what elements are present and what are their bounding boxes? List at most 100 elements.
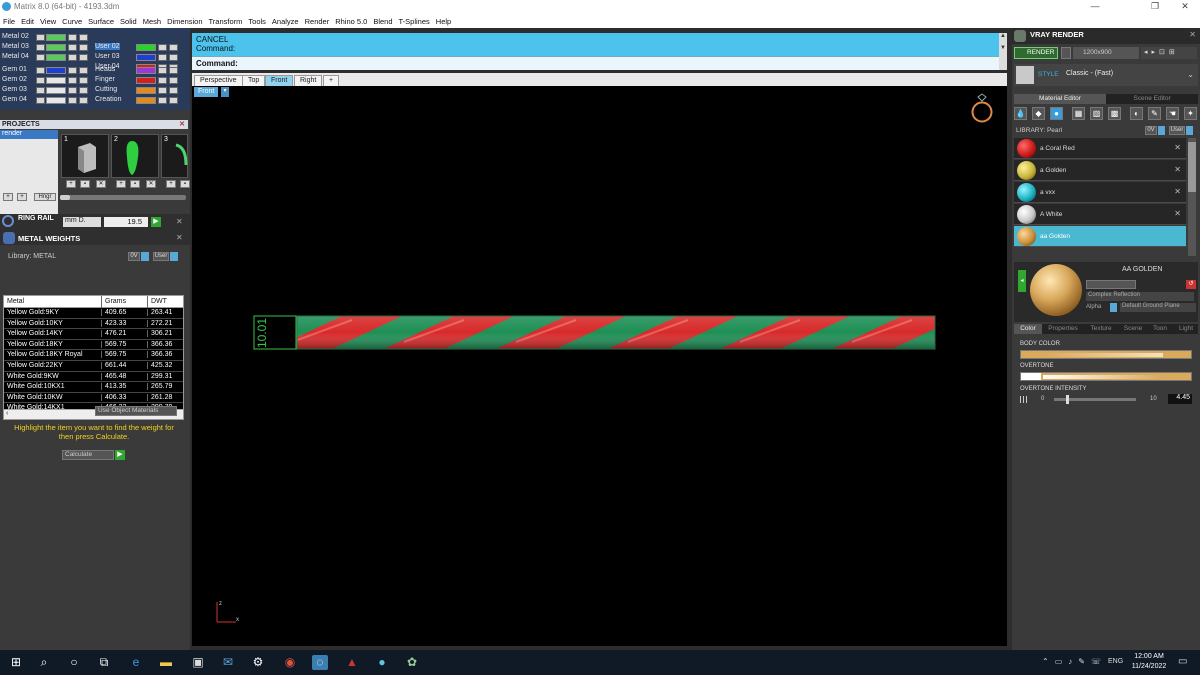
layer-menu[interactable]: [79, 54, 88, 61]
matrix-app-icon[interactable]: ◌: [312, 655, 328, 670]
intensity-value[interactable]: 4.45: [1168, 394, 1192, 404]
project-item[interactable]: render: [0, 130, 58, 139]
table-row[interactable]: Yellow Gold:18KY Royal 569.75 366.36: [4, 350, 183, 361]
column-header-dwt[interactable]: DWT: [147, 296, 183, 308]
column-header-metal[interactable]: Metal: [7, 298, 24, 305]
grid-icon[interactable]: ▩: [1108, 107, 1121, 120]
alpha-toggle[interactable]: [1110, 303, 1117, 312]
menu-blend[interactable]: Blend: [370, 14, 395, 26]
minimize-button[interactable]: —: [1080, 0, 1110, 14]
tray-icons[interactable]: ⌃▭♪✎☏: [1042, 657, 1107, 666]
tab-color[interactable]: Color: [1014, 324, 1042, 334]
menu-tsplines[interactable]: T-Splines: [396, 14, 433, 26]
layer-row[interactable]: Gem 04: [2, 96, 92, 105]
tab-light[interactable]: Light: [1174, 324, 1198, 334]
tab-properties[interactable]: Properties: [1044, 324, 1082, 334]
tab-toon[interactable]: Toon: [1148, 324, 1172, 334]
remove-icon[interactable]: ✕: [1174, 209, 1181, 218]
add-tab-button[interactable]: +: [323, 75, 340, 86]
layer-menu[interactable]: [169, 44, 178, 51]
paint-icon[interactable]: ◐: [1130, 107, 1143, 120]
hinge-button[interactable]: Hngr: [34, 193, 56, 201]
menu-edit[interactable]: Edit: [18, 14, 37, 26]
save-icon[interactable]: ▪: [80, 180, 90, 188]
layer-menu[interactable]: [169, 67, 178, 74]
material-library-0v-toggle[interactable]: [1158, 126, 1165, 135]
menu-transform[interactable]: Transform: [206, 14, 246, 26]
layer-row[interactable]: Metal 02: [2, 33, 92, 42]
layer-row[interactable]: Metal 04: [2, 53, 92, 62]
close-icon[interactable]: ✕: [1189, 30, 1196, 39]
clock-date[interactable]: 11/24/2022: [1128, 663, 1170, 670]
add-folder-button[interactable]: +: [17, 193, 27, 201]
layer-color-swatch[interactable]: [136, 87, 156, 94]
lock-icon[interactable]: [158, 54, 167, 61]
layer-toggle[interactable]: [36, 97, 45, 104]
column-header-grams[interactable]: Grams: [101, 296, 147, 308]
collapse-arrow-icon[interactable]: ◂: [1018, 270, 1026, 292]
dimension-label[interactable]: 10.01: [255, 318, 269, 348]
calculate-button[interactable]: Calculate: [62, 450, 114, 460]
layer-color-swatch[interactable]: [136, 97, 156, 104]
layer-color-swatch[interactable]: [136, 67, 156, 74]
mail-icon[interactable]: ✉: [220, 655, 236, 670]
delete-icon[interactable]: ✕: [146, 180, 156, 188]
add-icon[interactable]: +: [66, 180, 76, 188]
list-item-selected[interactable]: aa Golden: [1014, 226, 1186, 247]
layer-menu[interactable]: [79, 34, 88, 41]
lock-icon[interactable]: [158, 87, 167, 94]
material-library-user[interactable]: User: [1169, 126, 1185, 135]
library-user-button[interactable]: User: [153, 252, 169, 261]
layer-row[interactable]: Gem 03: [2, 86, 92, 95]
apply-arrow-icon[interactable]: ▶: [151, 217, 161, 227]
layer-row[interactable]: Gem 01: [2, 66, 92, 75]
scroll-left-icon[interactable]: ‹: [6, 410, 8, 417]
project-thumb[interactable]: 3: [161, 134, 188, 178]
layer-color-swatch[interactable]: [136, 54, 156, 61]
layer-row[interactable]: Finger: [95, 76, 185, 85]
layer-toggle[interactable]: [36, 44, 45, 51]
chrome-icon[interactable]: ◉: [282, 655, 298, 670]
command-scrollbar[interactable]: ▲ ▼: [999, 33, 1007, 70]
layer-color-swatch[interactable]: [46, 44, 66, 51]
save-icon[interactable]: ▪: [130, 180, 140, 188]
table-row[interactable]: White Gold:9KW 465.48 299.31: [4, 371, 183, 383]
notification-icon[interactable]: ▭: [1178, 656, 1187, 667]
overtone-swatch[interactable]: [1021, 373, 1041, 380]
layer-toggle[interactable]: [36, 77, 45, 84]
project-thumb[interactable]: 1: [61, 134, 109, 178]
close-icon[interactable]: ✕: [176, 233, 183, 242]
tab-scene[interactable]: Scene: [1120, 324, 1146, 334]
reset-icon[interactable]: ↺: [1186, 280, 1196, 289]
file-explorer-icon[interactable]: ▬: [158, 655, 174, 670]
menu-tools[interactable]: Tools: [245, 14, 269, 26]
table-row[interactable]: White Gold:10KW 406.33 261.28: [4, 392, 183, 404]
tab-perspective[interactable]: Perspective: [194, 75, 243, 86]
layer-color-swatch[interactable]: [136, 77, 156, 84]
viewport-label[interactable]: Front: [194, 87, 219, 97]
layer-color-swatch[interactable]: [46, 97, 66, 104]
layer-toggle[interactable]: [36, 54, 45, 61]
projects-list[interactable]: render: [0, 130, 58, 216]
table-row[interactable]: White Gold:10KX1 413.35 265.79: [4, 382, 183, 393]
layer-color-swatch[interactable]: [46, 77, 66, 84]
list-item[interactable]: a Golden ✕: [1014, 160, 1186, 181]
zoom-icon[interactable]: ●: [374, 655, 390, 670]
drop-icon[interactable]: 💧: [1014, 107, 1027, 120]
twisted-rail-model[interactable]: 10.01: [252, 312, 942, 354]
library-0v-toggle[interactable]: [141, 252, 149, 261]
task-view-icon[interactable]: ⧉: [96, 655, 112, 670]
projects-scrollbar[interactable]: [60, 195, 186, 200]
layer-row[interactable]: Heads: [95, 66, 185, 75]
tab-texture[interactable]: Texture: [1084, 324, 1118, 334]
scroll-thumb[interactable]: [1188, 142, 1196, 192]
layer-color-swatch[interactable]: [46, 87, 66, 94]
layer-menu[interactable]: [169, 54, 178, 61]
ring-size-input[interactable]: 19.5: [104, 217, 148, 227]
remove-icon[interactable]: ✕: [1174, 165, 1181, 174]
close-icon[interactable]: ✕: [179, 120, 185, 129]
close-icon[interactable]: ✕: [176, 217, 183, 226]
save-icon[interactable]: ▪: [180, 180, 190, 188]
texture-icon[interactable]: ▦: [1072, 107, 1085, 120]
table-row[interactable]: Yellow Gold:9KY 409.65 263.41: [4, 308, 183, 319]
